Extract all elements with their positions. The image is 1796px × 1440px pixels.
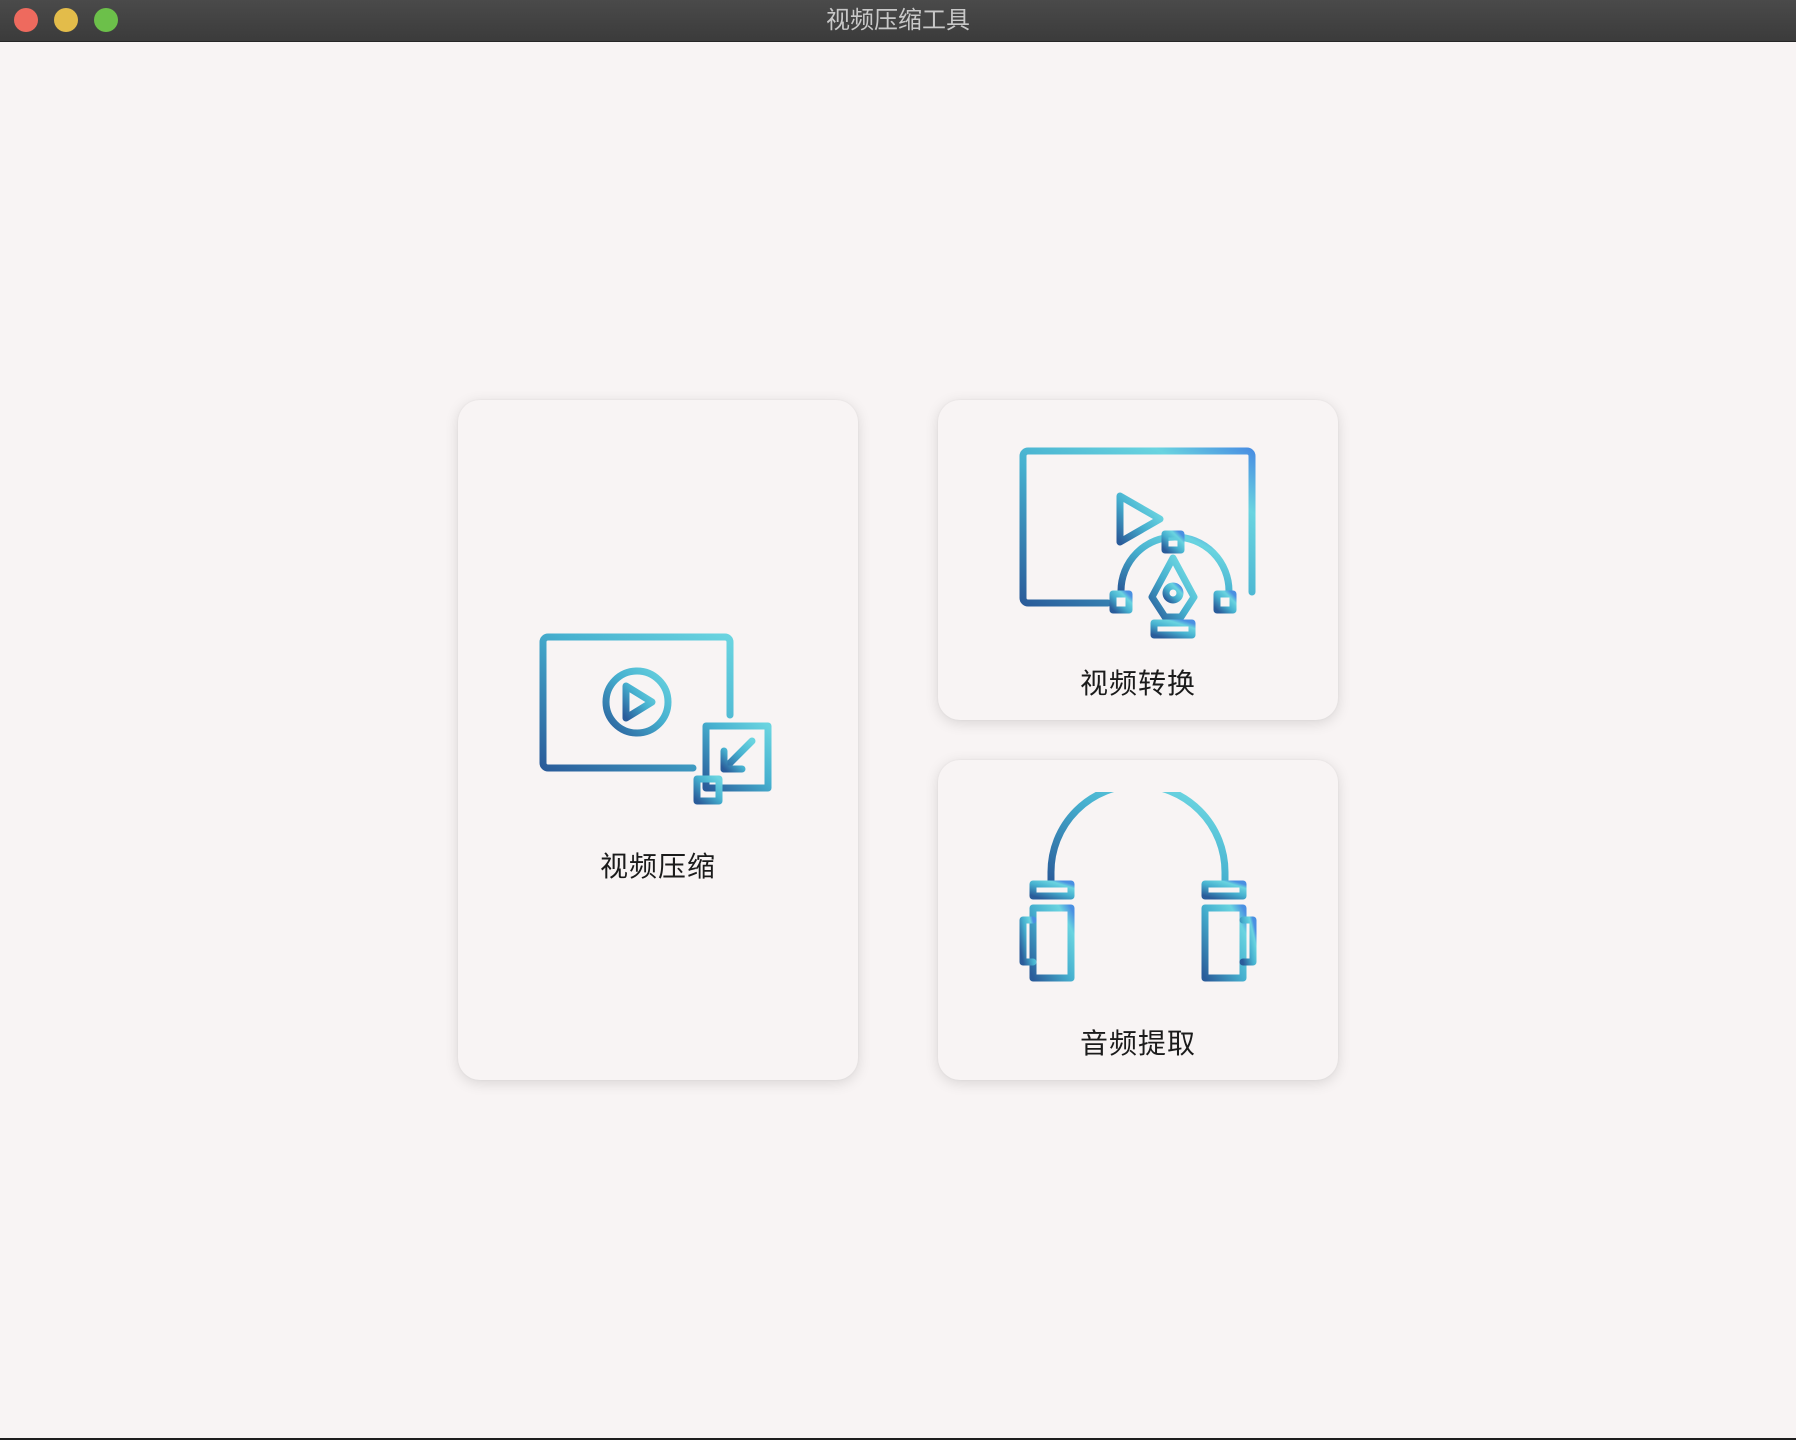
audio-extract-label: 音频提取 — [1079, 1027, 1196, 1060]
video-compress-card[interactable]: 视频压缩 — [458, 400, 858, 1080]
title-bar[interactable]: 视频压缩工具 — [0, 0, 1796, 42]
window-title: 视频压缩工具 — [826, 6, 970, 34]
app-window: 视频压缩工具 视频压缩 视频转换 音频提取 — [0, 0, 1796, 1438]
main-content: 视频压缩 视频转换 音频提取 — [0, 42, 1796, 1438]
audio-extract-icon — [1019, 792, 1257, 986]
video-compress-label: 视频压缩 — [599, 850, 716, 883]
video-convert-card[interactable]: 视频转换 — [938, 400, 1338, 720]
video-convert-icon — [1019, 447, 1256, 639]
video-compress-icon — [539, 633, 772, 805]
video-convert-label: 视频转换 — [1079, 667, 1196, 700]
audio-extract-card[interactable]: 音频提取 — [938, 760, 1338, 1080]
